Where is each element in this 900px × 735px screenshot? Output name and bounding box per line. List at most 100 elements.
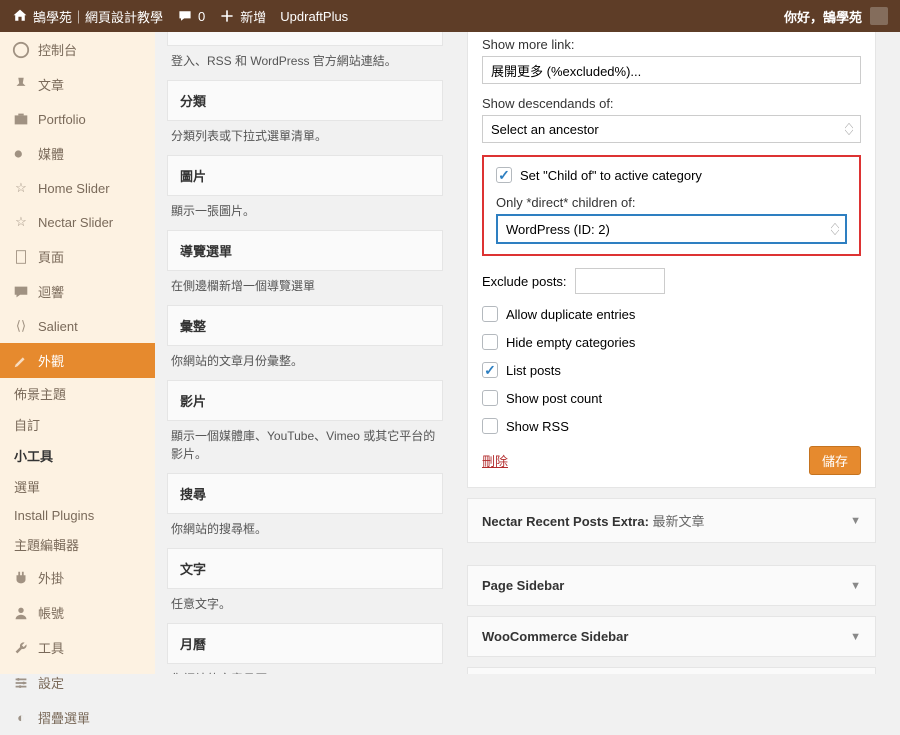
widget-item[interactable]: 導覽選單	[167, 230, 443, 271]
widget-desc: 你網站的文章月份彙整。	[167, 346, 443, 374]
panel-woo-sidebar[interactable]: WooCommerce Sidebar ▼	[467, 616, 876, 657]
pin-icon	[12, 76, 30, 94]
submenu-widgets[interactable]: 小工具	[0, 440, 155, 471]
sidebar-item-comments[interactable]: 迴響	[0, 274, 155, 309]
admin-toolbar: 鵠學苑｜網頁設計教學 0 新增 UpdraftPlus 你好，鵠學苑	[0, 0, 900, 32]
widget-item[interactable]: 彙整	[167, 305, 443, 346]
home-icon	[12, 8, 28, 24]
comments-link[interactable]: 0	[177, 8, 205, 24]
sidebar-item-dashboard[interactable]: 控制台	[0, 32, 155, 67]
comment-count: 0	[198, 9, 205, 24]
widget-desc: 你網站的文章月曆。	[167, 664, 443, 674]
descendants-select[interactable]: Select an ancestor	[482, 115, 861, 143]
dashboard-icon	[12, 41, 30, 59]
sidebar-item-media[interactable]: 媒體	[0, 136, 155, 171]
direct-children-select[interactable]: WordPress (ID: 2)	[496, 214, 847, 244]
widget-desc: 登入、RSS 和 WordPress 官方網站連結。	[167, 46, 443, 74]
exclude-posts-input[interactable]	[575, 268, 665, 294]
widget-settings-area: Show more link: Show descendands of: Sel…	[455, 32, 900, 674]
add-new-label: 新增	[240, 7, 266, 26]
account-link[interactable]: 你好，鵠學苑	[784, 7, 888, 26]
direct-children-label: Only *direct* children of:	[496, 195, 847, 210]
sidebar-item-portfolio[interactable]: Portfolio	[0, 102, 155, 136]
plugin-icon	[12, 569, 30, 587]
admin-sidebar: 控制台 文章 Portfolio 媒體 ☆Home Slider ☆Nectar…	[0, 32, 155, 674]
widget-desc: 在側邊欄新增一個導覽選單	[167, 271, 443, 299]
widget-item[interactable]: 月曆	[167, 623, 443, 664]
hide-empty-label: Hide empty categories	[506, 335, 635, 350]
sidebar-item-home-slider[interactable]: ☆Home Slider	[0, 171, 155, 205]
appearance-submenu: 佈景主題 自訂 小工具 選單 Install Plugins 主題編輯器	[0, 378, 155, 560]
sidebar-item-appearance[interactable]: 外觀	[0, 343, 155, 378]
panel-recent-posts[interactable]: Nectar Recent Posts Extra: 最新文章 ▼	[467, 498, 876, 543]
widget-form: Show more link: Show descendands of: Sel…	[467, 32, 876, 488]
widget-item[interactable]: 影片	[167, 380, 443, 421]
save-button[interactable]: 儲存	[809, 446, 861, 475]
sidebar-item-nectar-slider[interactable]: ☆Nectar Slider	[0, 205, 155, 239]
panel-extra-sidebar[interactable]: Extra Sidebar ▼	[467, 667, 876, 674]
exclude-posts-label: Exclude posts:	[482, 274, 567, 289]
comment-icon	[12, 283, 30, 301]
avatar	[870, 7, 888, 25]
list-posts-label: List posts	[506, 363, 561, 378]
portfolio-icon	[12, 110, 30, 128]
submenu-themes[interactable]: 佈景主題	[0, 378, 155, 409]
chevron-down-icon: ▼	[850, 515, 861, 527]
child-of-label: Set "Child of" to active category	[520, 168, 702, 183]
brush-icon	[12, 352, 30, 370]
wrench-icon	[12, 639, 30, 657]
sidebar-item-users[interactable]: 帳號	[0, 595, 155, 630]
submenu-install-plugins[interactable]: Install Plugins	[0, 502, 155, 529]
widget-item[interactable]: 文字	[167, 548, 443, 589]
sidebar-item-salient[interactable]: ⟨⟩Salient	[0, 309, 155, 343]
site-name: 鵠學苑｜網頁設計教學	[33, 7, 163, 26]
chevron-down-icon: ▼	[850, 631, 861, 643]
child-of-checkbox[interactable]	[496, 167, 512, 183]
submenu-theme-editor[interactable]: 主題編輯器	[0, 529, 155, 560]
user-icon	[12, 604, 30, 622]
star-icon: ☆	[12, 179, 30, 197]
submenu-menus[interactable]: 選單	[0, 471, 155, 502]
widget-item[interactable]: 分類	[167, 80, 443, 121]
sidebar-item-posts[interactable]: 文章	[0, 67, 155, 102]
widget-item[interactable]: 圖片	[167, 155, 443, 196]
sidebar-item-tools[interactable]: 工具	[0, 630, 155, 665]
site-link[interactable]: 鵠學苑｜網頁設計教學	[12, 7, 163, 26]
salient-icon: ⟨⟩	[12, 317, 30, 335]
greeting: 你好，鵠學苑	[784, 7, 862, 26]
widget-item[interactable]: 搜尋	[167, 473, 443, 514]
panel-page-sidebar[interactable]: Page Sidebar ▼	[467, 565, 876, 606]
chevron-down-icon: ▼	[850, 580, 861, 592]
page-icon	[12, 248, 30, 266]
hide-empty-checkbox[interactable]	[482, 334, 498, 350]
widget-desc: 顯示一張圖片。	[167, 196, 443, 224]
widget-item[interactable]	[167, 32, 443, 46]
add-new-link[interactable]: 新增	[219, 7, 266, 26]
collapse-icon: ◐	[12, 709, 30, 727]
show-post-count-checkbox[interactable]	[482, 390, 498, 406]
highlighted-settings: Set "Child of" to active category Only *…	[482, 155, 861, 256]
sidebar-item-settings[interactable]: 設定	[0, 665, 155, 700]
descendants-label: Show descendands of:	[482, 96, 861, 111]
plus-icon	[219, 8, 235, 24]
widget-desc: 分類列表或下拉式選單清單。	[167, 121, 443, 149]
show-post-count-label: Show post count	[506, 391, 602, 406]
widget-desc: 顯示一個媒體庫、YouTube、Vimeo 或其它平台的影片。	[167, 421, 443, 467]
sidebar-item-pages[interactable]: 頁面	[0, 239, 155, 274]
sidebar-item-collapse[interactable]: ◐摺疊選單	[0, 700, 155, 735]
show-more-input[interactable]	[482, 56, 861, 84]
comment-icon	[177, 8, 193, 24]
list-posts-checkbox[interactable]	[482, 362, 498, 378]
show-rss-label: Show RSS	[506, 419, 569, 434]
delete-link[interactable]: 刪除	[482, 451, 508, 470]
allow-duplicate-label: Allow duplicate entries	[506, 307, 635, 322]
sidebar-item-plugins[interactable]: 外掛	[0, 560, 155, 595]
updraft-label: UpdraftPlus	[280, 9, 348, 24]
show-rss-checkbox[interactable]	[482, 418, 498, 434]
submenu-customize[interactable]: 自訂	[0, 409, 155, 440]
allow-duplicate-checkbox[interactable]	[482, 306, 498, 322]
media-icon	[12, 145, 30, 163]
available-widgets: 登入、RSS 和 WordPress 官方網站連結。 分類 分類列表或下拉式選單…	[155, 32, 455, 674]
updraft-link[interactable]: UpdraftPlus	[280, 9, 348, 24]
show-more-label: Show more link:	[482, 37, 861, 52]
